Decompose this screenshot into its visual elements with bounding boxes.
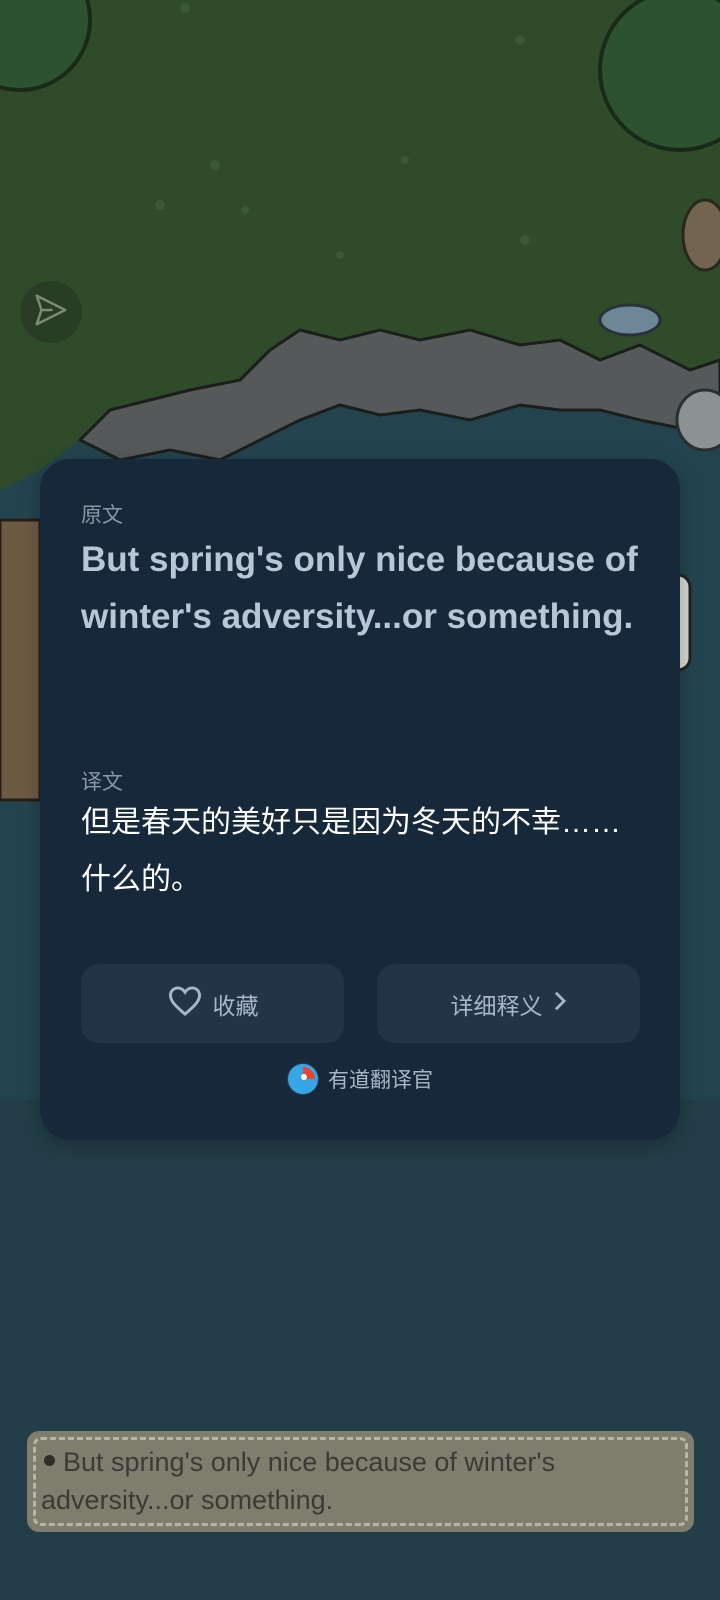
favorite-button[interactable]: 收藏 <box>81 964 344 1043</box>
translation-card: 原文 But spring's only nice because of win… <box>40 459 680 1140</box>
chevron-right-icon <box>553 990 567 1018</box>
youdao-logo-icon <box>287 1063 319 1095</box>
detail-label: 详细释义 <box>450 992 543 1019</box>
subtitle-text: But spring's only nice because of winter… <box>41 1447 556 1515</box>
favorite-label: 收藏 <box>212 992 259 1019</box>
brand-name: 有道翻译官 <box>328 1069 433 1092</box>
source-label: 原文 <box>81 504 123 527</box>
send-icon <box>32 291 70 334</box>
game-subtitle-box[interactable]: But spring's only nice because of winter… <box>27 1431 694 1532</box>
translation-text: 但是春天的美好只是因为冬天的不幸……什么的。 <box>81 806 621 896</box>
share-button[interactable] <box>20 281 82 343</box>
brand-footer: 有道翻译官 <box>40 1063 680 1095</box>
translation-label: 译文 <box>81 771 123 794</box>
heart-outline-icon <box>167 985 203 1023</box>
detail-button[interactable]: 详细释义 <box>377 964 640 1043</box>
source-text: But spring's only nice because of winter… <box>81 540 638 636</box>
